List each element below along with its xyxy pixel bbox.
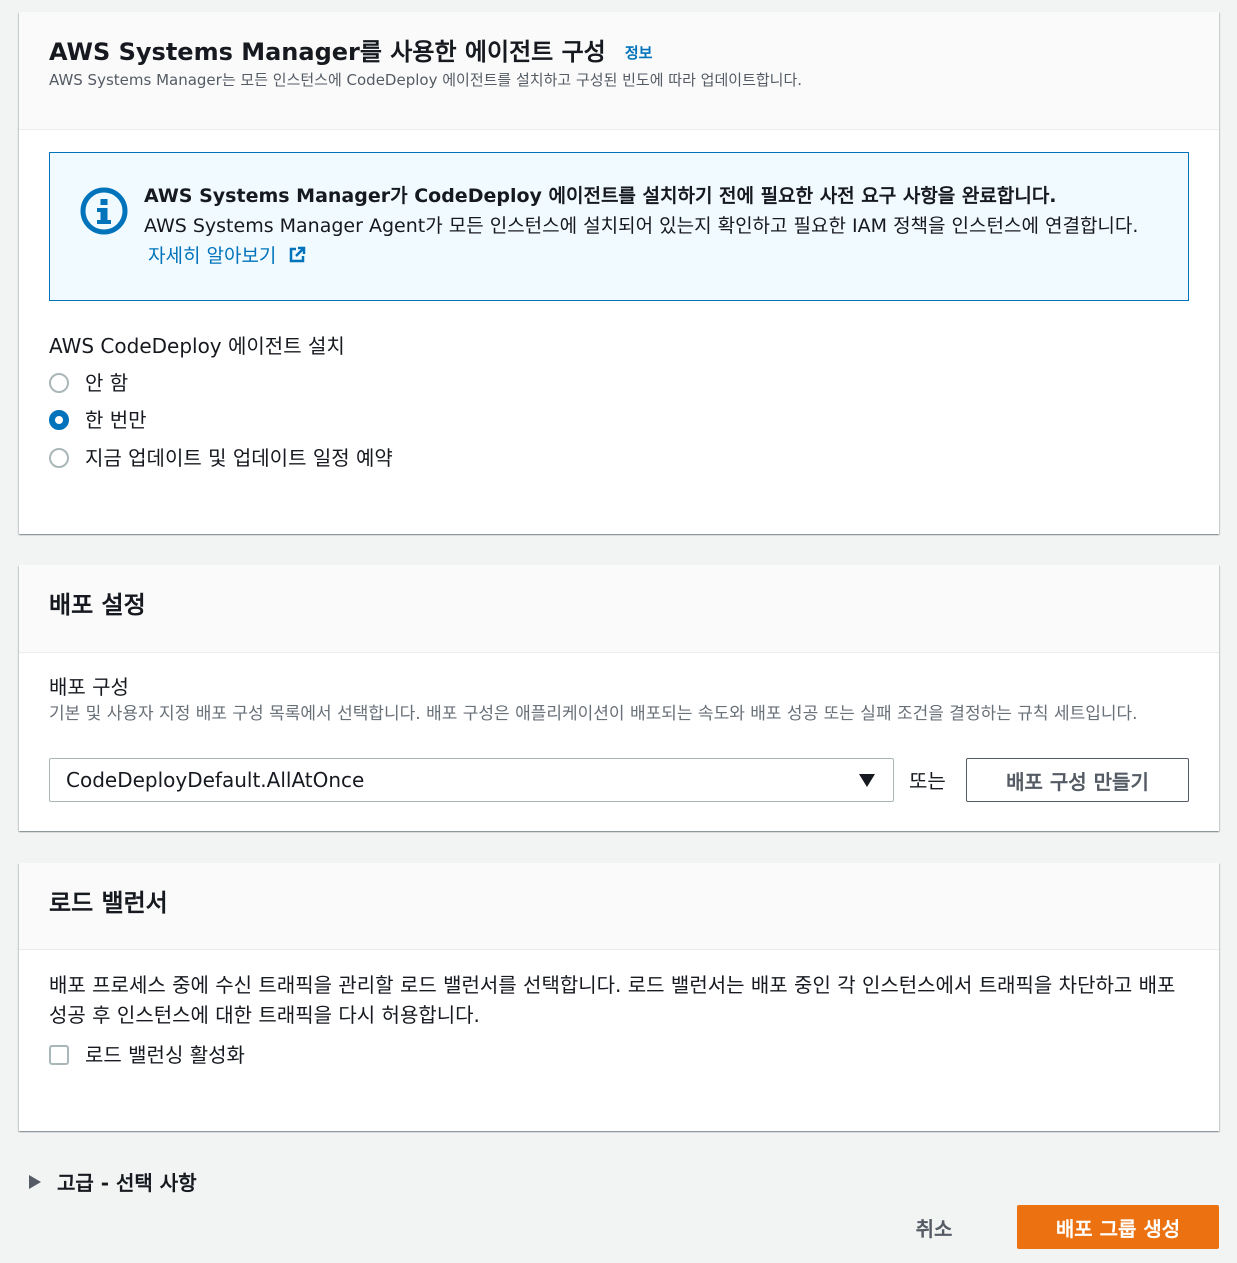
create-deployment-group-button[interactable]: 배포 그룹 생성 [1017,1205,1219,1249]
caret-down-icon [859,774,875,787]
radio-update-and-schedule-control[interactable] [49,448,69,468]
load-balancer-title: 로드 밸런서 [49,889,168,917]
deployment-config-value: CodeDeployDefault.AllAtOnce [66,768,365,792]
ssm-agent-panel: AWS Systems Manager를 사용한 에이전트 구성 정보 AWS … [19,12,1219,534]
external-link-icon [290,246,306,263]
enable-load-balancing[interactable]: 로드 밸런싱 활성화 [49,1041,245,1069]
deployment-settings-title: 배포 설정 [49,591,146,619]
cancel-button[interactable]: 취소 [890,1205,978,1249]
radio-never-label: 안 함 [85,371,129,395]
radio-only-once-label: 한 번만 [85,408,147,432]
install-agent-label: AWS CodeDeploy 에이전트 설치 [49,334,345,358]
load-balancer-description: 배포 프로세스 중에 수신 트래픽을 관리할 로드 밸런서를 선택합니다. 로드… [49,973,1176,1027]
alert-title: AWS Systems Manager가 CodeDeploy 에이전트를 설치… [144,185,1057,207]
deployment-config-select[interactable]: CodeDeployDefault.AllAtOnce [49,758,894,802]
deployment-settings-panel: 배포 설정 배포 구성 기본 및 사용자 지정 배포 구성 목록에서 선택합니다… [19,565,1219,831]
enable-load-balancing-label: 로드 밸런싱 활성화 [85,1043,245,1067]
advanced-expander[interactable]: 고급 - 선택 사항 [28,1167,197,1196]
radio-update-and-schedule-label: 지금 업데이트 및 업데이트 일정 예약 [85,446,393,470]
radio-update-and-schedule[interactable]: 지금 업데이트 및 업데이트 일정 예약 [49,444,393,472]
load-balancer-panel: 로드 밸런서 배포 프로세스 중에 수신 트래픽을 관리할 로드 밸런서를 선택… [19,863,1219,1131]
deployment-config-description: 기본 및 사용자 지정 배포 구성 목록에서 선택합니다. 배포 구성은 애플리… [49,704,1138,724]
deployment-settings-header: 배포 설정 [19,565,1219,653]
alert-text: AWS Systems Manager가 CodeDeploy 에이전트를 설치… [144,181,1148,271]
ssm-panel-description: AWS Systems Manager는 모든 인스턴스에 CodeDeploy… [49,71,803,89]
alert-body: AWS Systems Manager Agent가 모든 인스턴스에 설치되어… [144,215,1139,237]
info-circle-icon [80,187,128,235]
ssm-panel-title: AWS Systems Manager를 사용한 에이전트 구성 [49,38,606,66]
learn-more-link[interactable]: 자세히 알아보기 [148,245,306,267]
radio-only-once-control[interactable] [49,410,69,430]
radio-only-once[interactable]: 한 번만 [49,406,147,434]
prerequisite-alert: AWS Systems Manager가 CodeDeploy 에이전트를 설치… [49,152,1189,301]
radio-never[interactable]: 안 함 [49,369,128,397]
deployment-config-label: 배포 구성 [49,675,129,699]
create-deployment-config-button[interactable]: 배포 구성 만들기 [966,758,1189,802]
radio-never-control[interactable] [49,373,69,393]
advanced-label: 고급 - 선택 사항 [57,1171,197,1195]
or-text: 또는 [909,769,946,793]
enable-load-balancing-checkbox[interactable] [49,1045,69,1065]
ssm-panel-header: AWS Systems Manager를 사용한 에이전트 구성 정보 AWS … [19,12,1219,130]
info-link[interactable]: 정보 [625,44,653,62]
load-balancer-header: 로드 밸런서 [19,863,1219,950]
caret-right-icon [29,1174,41,1189]
learn-more-label: 자세히 알아보기 [148,245,277,267]
